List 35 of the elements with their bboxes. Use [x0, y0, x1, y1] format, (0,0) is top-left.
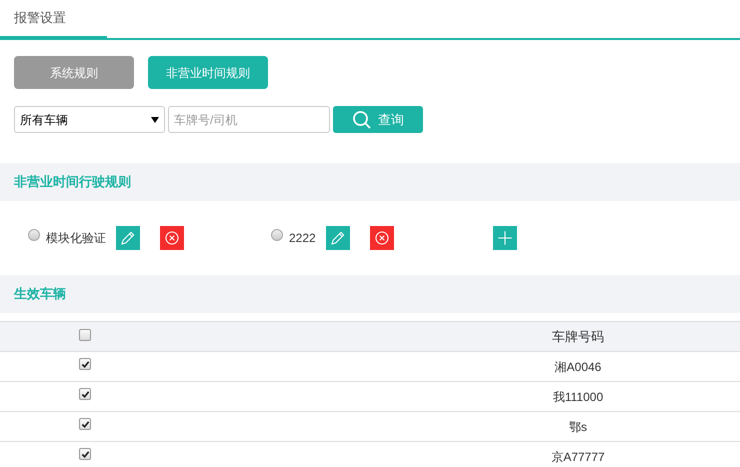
checkbox[interactable] [79, 358, 91, 370]
checkbox[interactable] [79, 418, 91, 430]
close-icon [372, 229, 391, 247]
checkbox[interactable] [79, 388, 91, 400]
dropdown-caret-icon [151, 116, 159, 122]
radio-button[interactable] [28, 229, 40, 241]
rule-type-button[interactable]: 系统规则 [14, 56, 134, 89]
dropdown-value: 所有车辆 [20, 112, 68, 128]
tab[interactable]: 报警设置 [0, 0, 107, 40]
table-cell-text: 京A77777 [551, 448, 605, 466]
query-button[interactable]: 查询 [333, 106, 423, 133]
search-icon [352, 110, 372, 130]
checkbox[interactable] [79, 329, 91, 341]
rule-name: 2222 [289, 230, 316, 247]
delete-button[interactable] [160, 226, 184, 250]
section-title: 非营业时间行驶规则 [14, 173, 131, 192]
edit-button[interactable] [326, 226, 350, 250]
plus-icon [496, 229, 514, 247]
pencil-icon [328, 229, 347, 247]
table-cell-text: 鄂s [569, 418, 587, 436]
delete-button[interactable] [370, 226, 394, 250]
vehicle-dropdown[interactable]: 所有车辆 [14, 106, 165, 133]
radio-button[interactable] [271, 229, 283, 241]
rule-type-button[interactable]: 非营业时间规则 [148, 56, 268, 89]
edit-button[interactable] [116, 226, 140, 250]
pencil-icon [119, 229, 137, 247]
table-cell-text: 湘A0046 [554, 358, 602, 376]
close-icon [163, 229, 181, 247]
checkbox[interactable] [79, 448, 91, 460]
search-field[interactable]: 车牌号/司机 [168, 106, 330, 133]
table-cell-text: 我111000 [552, 388, 604, 406]
column-header: 车牌号码 [552, 328, 604, 346]
section-title: 生效车辆 [14, 285, 66, 304]
add-button[interactable] [493, 226, 517, 250]
rule-name: 模块化验证 [46, 230, 106, 247]
